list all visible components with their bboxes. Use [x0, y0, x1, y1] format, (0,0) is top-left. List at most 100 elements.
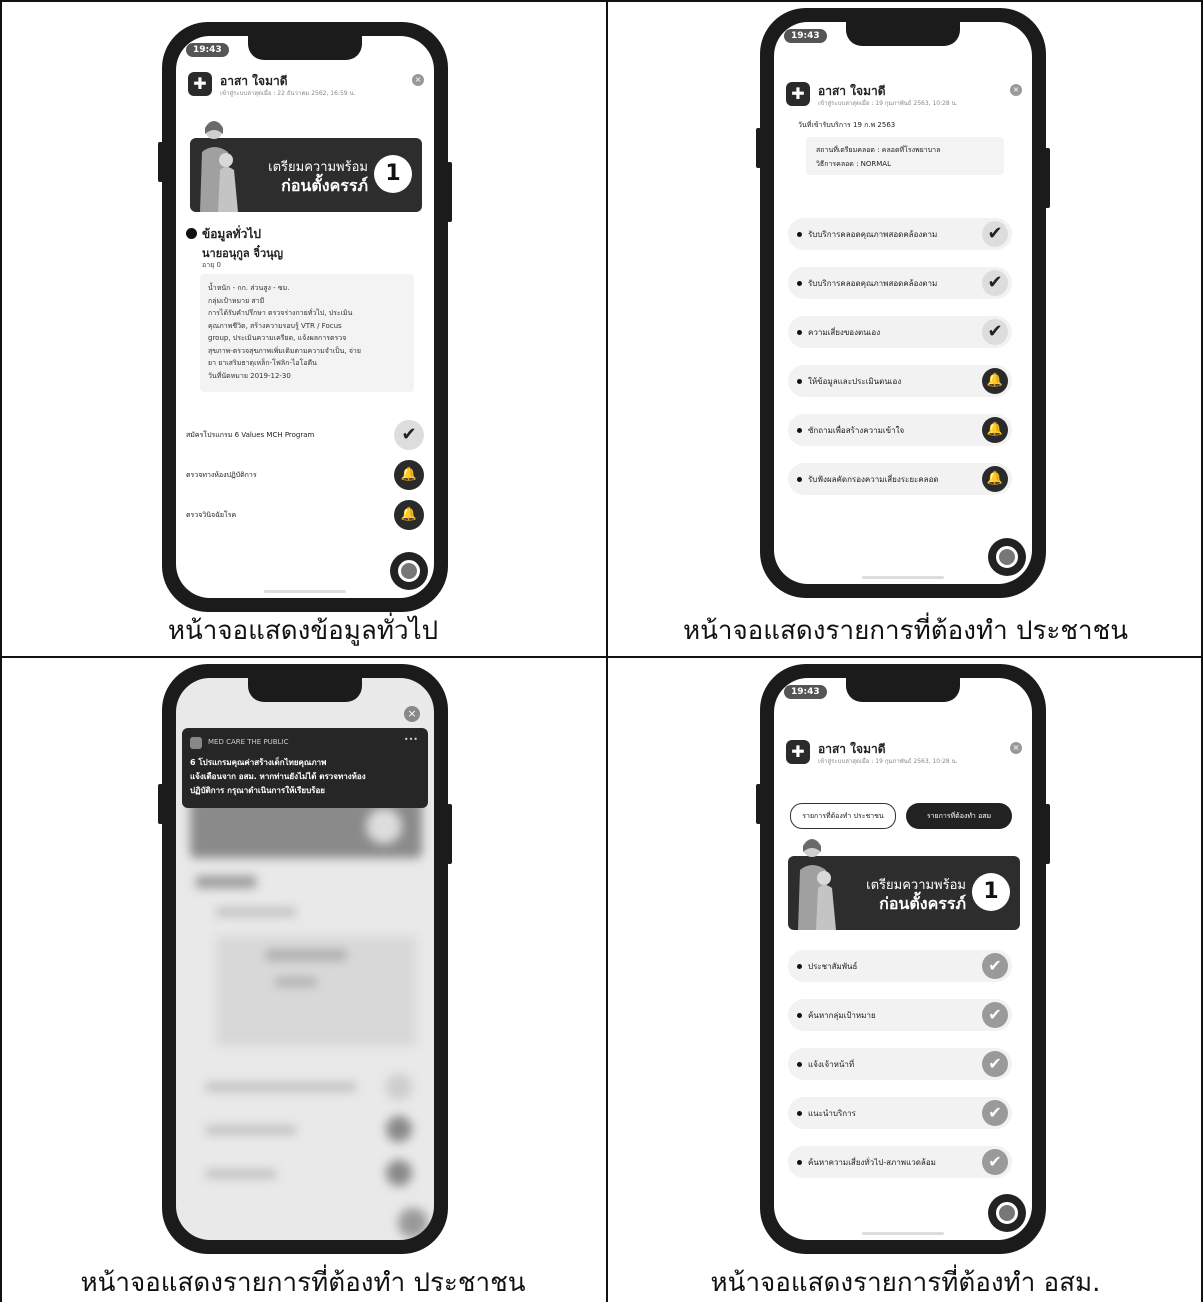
list-item[interactable]: แนะนำบริการ ✔	[788, 1097, 1012, 1129]
banner-subtitle: ก่อนตั้งครรภ์	[879, 894, 966, 913]
list-item[interactable]: ตรวจวินิจฉัยโรค 🔔	[186, 500, 424, 530]
bullet-icon	[797, 1013, 802, 1018]
notch	[846, 678, 960, 702]
check-icon: ✔	[982, 1051, 1008, 1077]
list-item[interactable]: แจ้งเจ้าหน้าที่ ✔	[788, 1048, 1012, 1080]
last-login: เข้าสู่ระบบล่าสุดเมื่อ : 19 กุมภาพันธ์ 2…	[818, 100, 958, 107]
home-indicator	[862, 1232, 944, 1235]
detail-line: การได้รับคำปรึกษา ตรวจร่างกายทั่วไป, ประ…	[208, 309, 353, 317]
notch	[248, 36, 362, 60]
notification-banner[interactable]: MED CARE THE PUBLIC ••• 6 โปรแกรมคุณค่าส…	[182, 728, 428, 808]
bell-icon: 🔔	[982, 368, 1008, 394]
bullet-icon	[797, 1062, 802, 1067]
item-label: สมัครโปรแกรม 6 Values MCH Program	[186, 431, 315, 439]
bell-icon: 🔔	[394, 500, 424, 530]
bullet-icon	[797, 281, 802, 286]
notification-line: แจ้งเตือนจาก อสม. หากท่านยังไม่ได้ ตรวจท…	[190, 772, 366, 781]
phone-todo-public: 19:43 ✚ อาสา ใจมาดี เข้าสู่ระบบล่าสุดเมื…	[756, 8, 1050, 598]
status-time: 19:43	[784, 685, 827, 699]
check-icon: ✔	[394, 420, 424, 450]
last-login: เข้าสู่ระบบล่าสุดเมื่อ : 19 กุมภาพันธ์ 2…	[818, 758, 958, 765]
list-item[interactable]: รับบริการคลอดคุณภาพสอดคล้องตาม ✔	[788, 218, 1012, 250]
bullet-icon	[797, 379, 802, 384]
check-icon: ✔	[982, 953, 1008, 979]
table-divider-vertical	[606, 0, 608, 1302]
table-border-left	[0, 0, 2, 1302]
caption-bottom-left: หน้าจอแสดงรายการที่ต้องทำ ประชาชน	[80, 1268, 526, 1298]
user-header: ✚ อาสา ใจมาดี เข้าสู่ระบบล่าสุดเมื่อ : 2…	[188, 72, 424, 100]
screen: 19:43 ✚ อาสา ใจมาดี เข้าสู่ระบบล่าสุดเมื…	[774, 22, 1032, 584]
mother-illustration-icon	[798, 839, 836, 930]
screen: 19:43 ✚ อาสา ใจมาดี เข้าสู่ระบบล่าสุดเมื…	[774, 678, 1032, 1240]
service-date: วันที่เข้ารับบริการ 19 ก.พ 2563	[798, 121, 896, 129]
list-item[interactable]: ประชาสัมพันธ์ ✔	[788, 950, 1012, 982]
item-label: ค้นหาความเสี่ยงทั่วไป-สภาพแวดล้อม	[808, 1158, 936, 1167]
detail-line: ยา ยาเสริมธาตุเหล็ก-โฟลิก-ไอโอดีน	[208, 359, 317, 367]
item-label: แจ้งเจ้าหน้าที่	[808, 1060, 855, 1069]
bullet-icon	[797, 330, 802, 335]
program-banner[interactable]: เตรียมความพร้อม ก่อนตั้งครรภ์ 1	[190, 121, 422, 212]
bullet-icon	[797, 1160, 802, 1165]
detail-line: น้ำหนัก - กก. ส่วนสูง - ซม.	[208, 284, 290, 292]
close-icon[interactable]: ×	[1010, 742, 1022, 754]
item-label: รับฟังผลคัดกรองความเสี่ยงระยะคลอด	[808, 475, 939, 484]
app-logo-icon: ✚	[786, 82, 810, 106]
section-bullet-icon	[186, 228, 197, 239]
bell-icon: 🔔	[982, 417, 1008, 443]
detail-line: กลุ่มเป้าหมาย สามี	[208, 296, 265, 305]
list-item[interactable]: ค้นหาความเสี่ยงทั่วไป-สภาพแวดล้อม ✔	[788, 1146, 1012, 1178]
floating-action-button[interactable]	[988, 1194, 1026, 1232]
app-logo-icon	[190, 737, 202, 749]
caption-top-left: หน้าจอแสดงข้อมูลทั่วไป	[167, 616, 439, 646]
item-label: แนะนำบริการ	[808, 1109, 856, 1118]
close-icon[interactable]: ×	[412, 74, 424, 86]
notch	[248, 678, 362, 702]
detail-card: น้ำหนัก - กก. ส่วนสูง - ซม. กลุ่มเป้าหมา…	[200, 274, 414, 392]
item-label: รับบริการคลอดคุณภาพสอดคล้องตาม	[808, 230, 938, 239]
phone-todo-osm: 19:43 ✚ อาสา ใจมาดี เข้าสู่ระบบล่าสุดเมื…	[756, 664, 1050, 1254]
bullet-icon	[797, 1111, 802, 1116]
floating-action-button[interactable]	[988, 538, 1026, 576]
detail-line: วันที่นัดหมาย 2019-12-30	[208, 371, 291, 380]
bullet-icon	[797, 477, 802, 482]
banner-subtitle: ก่อนตั้งครรภ์	[281, 176, 368, 195]
list-item[interactable]: ตรวจทางห้องปฏิบัติการ 🔔	[186, 460, 424, 490]
user-header: ✚ อาสา ใจมาดี เข้าสู่ระบบล่าสุดเมื่อ : 1…	[786, 740, 1022, 768]
list-item[interactable]: สมัครโปรแกรม 6 Values MCH Program ✔	[186, 420, 424, 450]
phone-notification: × MED CARE THE PUBLIC ••• 6 โปรแกรมคุณค่…	[158, 664, 452, 1254]
floating-action-button[interactable]	[390, 552, 428, 590]
app-logo-icon: ✚	[188, 72, 212, 96]
close-icon[interactable]: ×	[1010, 84, 1022, 96]
close-icon[interactable]: ×	[404, 706, 420, 722]
list-item[interactable]: ค้นหากลุ่มเป้าหมาย ✔	[788, 999, 1012, 1031]
program-banner[interactable]: เตรียมความพร้อม ก่อนตั้งครรภ์ 1	[788, 839, 1020, 930]
item-label: ค้นหากลุ่มเป้าหมาย	[808, 1011, 876, 1020]
bullet-icon	[797, 428, 802, 433]
list-item[interactable]: รับบริการคลอดคุณภาพสอดคล้องตาม ✔	[788, 267, 1012, 299]
notification-app-name: MED CARE THE PUBLIC	[208, 738, 289, 746]
last-login: เข้าสู่ระบบล่าสุดเมื่อ : 22 ธันวาคม 2562…	[220, 90, 356, 97]
tab-public-todo[interactable]: รายการที่ต้องทำ ประชาชน	[790, 803, 896, 829]
notification-title: 6 โปรแกรมคุณค่าสร้างเด็กไทยคุณภาพ	[190, 758, 327, 767]
tab-osm-todo[interactable]: รายการที่ต้องทำ อสม	[906, 803, 1012, 829]
more-icon[interactable]: •••	[404, 735, 418, 744]
check-icon: ✔	[982, 1149, 1008, 1175]
bell-icon: 🔔	[982, 466, 1008, 492]
delivery-info-card: สถานที่เตรียมคลอด : คลอดที่โรงพยาบาล วิธ…	[806, 137, 1004, 175]
list-item[interactable]: ความเสี่ยงของตนเอง ✔	[788, 316, 1012, 348]
item-label: ตรวจวินิจฉัยโรค	[186, 511, 237, 519]
table-border-top	[0, 0, 1203, 2]
check-icon: ✔	[982, 1100, 1008, 1126]
mother-illustration-icon	[200, 121, 238, 212]
bullet-icon	[797, 964, 802, 969]
section-title: ข้อมูลทั่วไป	[202, 227, 261, 241]
list-item[interactable]: ซักถามเพื่อสร้างความเข้าใจ 🔔	[788, 414, 1012, 446]
notch	[846, 22, 960, 46]
list-item[interactable]: รับฟังผลคัดกรองความเสี่ยงระยะคลอด 🔔	[788, 463, 1012, 495]
bullet-icon	[797, 232, 802, 237]
caption-bottom-right: หน้าจอแสดงรายการที่ต้องทำ อสม.	[710, 1268, 1101, 1298]
banner-number: 1	[972, 873, 1010, 911]
check-icon: ✔	[982, 270, 1008, 296]
detail-list: น้ำหนัก - กก. ส่วนสูง - ซม. กลุ่มเป้าหมา…	[208, 282, 361, 382]
list-item[interactable]: ให้ข้อมูลและประเมินตนเอง 🔔	[788, 365, 1012, 397]
